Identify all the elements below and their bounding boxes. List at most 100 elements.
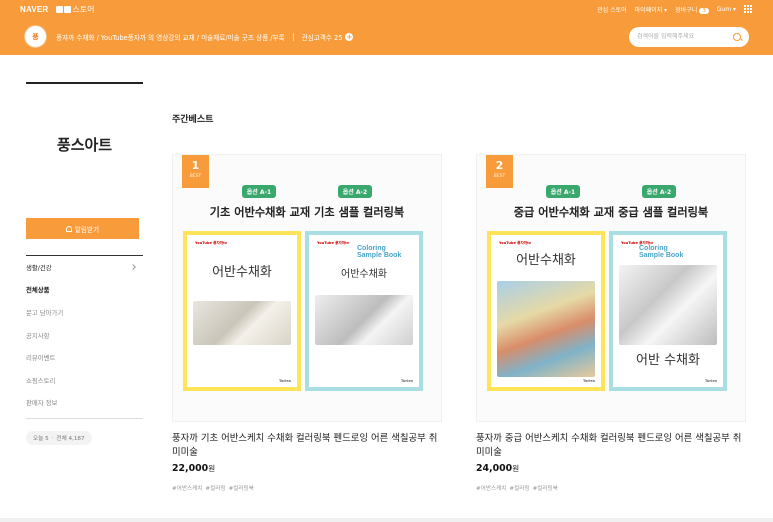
option-tag: 옵션 A-1 (545, 185, 581, 198)
product-card[interactable]: 1 BEST 옵션 A-1 옵션 A-2 기초 어반수채화 교재 기초 샘플 컬… (172, 154, 442, 492)
product-thumbnail[interactable]: 1 BEST 옵션 A-1 옵션 A-2 기초 어반수채화 교재 기초 샘플 컬… (172, 154, 442, 422)
sidebar-top-rule (26, 82, 143, 84)
option-tag: 옵션 A-2 (337, 185, 373, 198)
book-cover-image: YouTube 풍자까tv Coloring Sample Book 어반 수채… (609, 231, 727, 391)
option-tags: 옵션 A-1 옵션 A-2 (173, 185, 441, 198)
rank-badge: 1 BEST (182, 155, 209, 188)
watercolor-street-illustration (497, 281, 595, 377)
watercolor-illustration (193, 301, 291, 345)
mypage-label: 마이페이지 (634, 6, 663, 14)
search-box[interactable] (629, 26, 749, 47)
page-bottom-edge (0, 518, 773, 522)
store-logo[interactable]: 스토어 (56, 4, 95, 15)
mypage-link[interactable]: 마이페이지 ▾ (635, 5, 668, 14)
cart-count-badge: 3 (699, 7, 709, 14)
product-card[interactable]: 2 BEST 옵션 A-1 옵션 A-2 중급 어반수채화 교재 중급 샘플 컬… (476, 154, 746, 492)
price-value: 22,000 (172, 463, 209, 474)
book-cover-inner: YouTube 풍자까tv 어반수채화 Tories (491, 235, 601, 387)
store-avatar[interactable]: 풍 (24, 25, 47, 48)
hashtag[interactable]: #컬러링 (205, 484, 225, 492)
sidebar-store-name[interactable]: 풍스아트 (26, 134, 143, 155)
publisher-logo: Tories (278, 379, 291, 383)
interest-store-link[interactable]: 관심 스토어 (597, 5, 627, 14)
rank-number: 2 (495, 159, 504, 172)
sidebar-item-label: 쇼핑스토리 (26, 376, 56, 385)
book-cover-inner: YouTube 풍자까tv 어반수채화 Tories (187, 235, 297, 387)
price-currency: 원 (208, 464, 216, 473)
alarm-button-label: 알림받기 (74, 225, 100, 234)
user-menu[interactable]: Gum ▾ (717, 6, 736, 13)
naver-logo[interactable]: NAVER (20, 5, 48, 14)
youtube-badge: YouTube 풍자까tv (195, 241, 228, 245)
price-currency: 원 (512, 464, 520, 473)
visitors-total: 전체 4,187 (56, 436, 85, 443)
cart-link[interactable]: 장바구니 3 (675, 5, 709, 14)
book-cover-image: YouTube 풍자까tv 어반수채화 Tories (183, 231, 301, 391)
apps-grid-icon[interactable] (744, 4, 753, 14)
plus-icon[interactable]: + (345, 32, 354, 41)
coloring-book-title: Coloring Sample Book (639, 245, 683, 259)
hashtag[interactable]: #컬러링북 (229, 484, 254, 492)
book-title: 어반 수채화 (636, 353, 700, 368)
sidebar: 풍스아트 알림받기 생활/건강 전체상품 문고 담아가기 공지사항 리뷰이벤트 … (26, 82, 143, 446)
visitor-count: 오늘 5 · 전체 4,187 (26, 431, 92, 446)
sidebar-item-label: 공지사항 (26, 331, 50, 340)
sidebar-item-seller-info[interactable]: 판매자 정보 (26, 392, 143, 415)
store-header: 풍 풍자까 수채화 / YouTube풍자까 의 영상강의 교재 / 미술재료/… (0, 18, 773, 55)
book-cover-image: YouTube 풍자까tv Coloring Sample Book 어반수채화… (305, 231, 423, 391)
option-tags: 옵션 A-1 옵션 A-2 (477, 185, 745, 198)
cart-label: 장바구니 (675, 6, 698, 14)
option-tag: 옵션 A-2 (641, 185, 677, 198)
book-title: 어반수채화 (341, 269, 387, 280)
sketch-illustration (315, 295, 413, 345)
store-title[interactable]: 풍자까 수채화 / YouTube풍자까 의 영상강의 교재 / 미술재료/미술… (56, 32, 285, 42)
n-box-icon (56, 5, 64, 13)
product-name[interactable]: 풍자까 기초 어반스케치 수채화 컬러링북 펜드로잉 어른 색칠공부 취미미술 (172, 432, 442, 460)
header-divider (292, 32, 294, 41)
search-input[interactable] (637, 33, 733, 40)
rank-number: 1 (191, 159, 200, 172)
pay-box-icon (64, 5, 72, 13)
price-value: 24,000 (476, 463, 513, 474)
sidebar-item-all-products[interactable]: 전체상품 (26, 279, 143, 302)
publisher-logo: Tories (704, 379, 717, 383)
coloring-book-title: Coloring Sample Book (357, 245, 401, 259)
bell-icon (65, 225, 72, 232)
user-name: Gum (716, 5, 732, 13)
interest-label: 관심고객수 25 (301, 33, 343, 42)
visitors-today: 오늘 5 (33, 436, 49, 443)
rank-label: BEST (493, 174, 506, 179)
search-icon[interactable] (733, 32, 741, 41)
alarm-button[interactable]: 알림받기 (26, 218, 139, 239)
rank-badge: 2 BEST (486, 155, 513, 188)
hashtag[interactable]: #컬러링 (509, 484, 529, 492)
sidebar-item-notice[interactable]: 공지사항 (26, 324, 143, 347)
coloring-line-1: Coloring (357, 245, 386, 252)
interest-count[interactable]: 관심고객수 25 + (302, 32, 354, 42)
hashtag[interactable]: #컬러링북 (533, 484, 558, 492)
sidebar-menu: 생활/건강 전체상품 문고 담아가기 공지사항 리뷰이벤트 쇼핑스토리 판매자 … (26, 255, 143, 414)
sidebar-item-label: 생활/건강 (26, 263, 52, 272)
sidebar-item-health[interactable]: 생활/건강 (26, 256, 143, 279)
product-thumbnail[interactable]: 2 BEST 옵션 A-1 옵션 A-2 중급 어반수채화 교재 중급 샘플 컬… (476, 154, 746, 422)
store-avatar-text: 풍 (32, 32, 39, 41)
naver-topbar: NAVER 스토어 관심 스토어 마이페이지 ▾ 장바구니 3 Gum ▾ (0, 0, 773, 18)
hashtag[interactable]: #어반스케치 (172, 484, 202, 492)
sidebar-item-library[interactable]: 문고 담아가기 (26, 301, 143, 324)
dot-separator: · (51, 435, 54, 442)
coloring-line-2: Sample Book (357, 252, 402, 259)
sidebar-item-label: 리뷰이벤트 (26, 354, 56, 363)
product-hashtags: #어반스케치 #컬러링 #컬러링북 (476, 484, 746, 492)
option-tag: 옵션 A-1 (241, 185, 277, 198)
publisher-logo: Tories (400, 379, 413, 383)
sidebar-item-label: 판매자 정보 (26, 399, 58, 408)
product-name[interactable]: 풍자까 중급 어반스케치 수채화 컬러링북 펜드로잉 어른 색칠공부 취미미술 (476, 432, 746, 460)
book-cover-image: YouTube 풍자까tv 어반수채화 Tories (487, 231, 605, 391)
hashtag[interactable]: #어반스케치 (476, 484, 506, 492)
product-price: 22,000원 (172, 463, 442, 474)
sidebar-item-review-event[interactable]: 리뷰이벤트 (26, 346, 143, 369)
product-hashtags: #어반스케치 #컬러링 #컬러링북 (172, 484, 442, 492)
sidebar-item-shopping-story[interactable]: 쇼핑스토리 (26, 369, 143, 392)
youtube-badge: YouTube 풍자까tv (499, 241, 532, 245)
rank-label: BEST (189, 174, 202, 179)
